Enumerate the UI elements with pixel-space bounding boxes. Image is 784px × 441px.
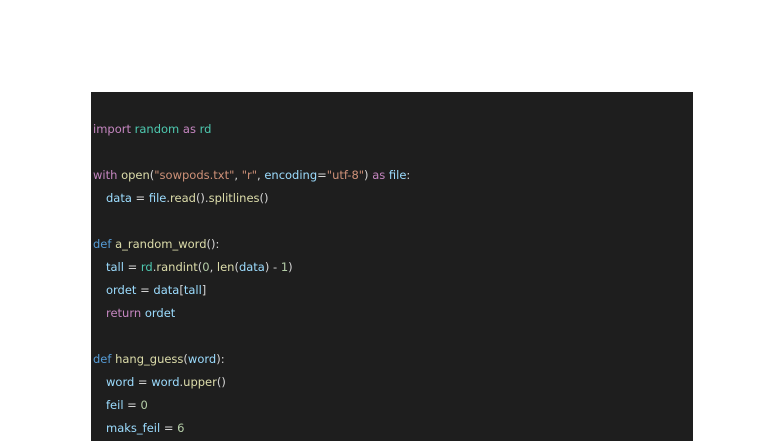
number-literal: 0: [140, 398, 148, 412]
module-name: random: [134, 122, 180, 136]
operator: =: [134, 375, 152, 389]
number-literal: 6: [177, 421, 185, 435]
variable: ordet: [106, 283, 137, 297]
code-line-13: feil = 0: [93, 394, 410, 417]
variable: tall: [106, 260, 124, 274]
operator: ) -: [264, 260, 281, 274]
code-line-7: tall = rd.randint(0, len(data) - 1): [93, 256, 410, 279]
keyword: return: [106, 306, 142, 320]
variable: feil: [106, 398, 124, 412]
code-line-9: return ordet: [93, 302, 410, 325]
variable: word: [151, 375, 180, 389]
operator: =: [317, 168, 327, 182]
punctuation: :: [406, 168, 411, 182]
punctuation: ,: [234, 168, 242, 182]
punctuation: ,: [209, 260, 217, 274]
variable: file: [148, 191, 167, 205]
keyword: def: [93, 237, 112, 251]
code-line-4: data = file.read().splitlines(): [93, 187, 410, 210]
function-call: open: [121, 168, 150, 182]
operator: =: [160, 421, 178, 435]
variable: maks_feil: [106, 421, 161, 435]
code-line-1: import random as rd: [93, 118, 410, 141]
punctuation: ): [288, 260, 293, 274]
variable: ordet: [144, 306, 176, 320]
code-line-6: def a_random_word():: [93, 233, 410, 256]
operator: =: [131, 191, 149, 205]
parameter: word: [187, 352, 217, 366]
method-call: splitlines: [208, 191, 260, 205]
keyword: as: [372, 168, 386, 182]
variable: word: [106, 375, 135, 389]
keyword: as: [182, 122, 196, 136]
variable: data: [153, 283, 180, 297]
keyword: with: [93, 168, 118, 182]
punctuation: ):: [216, 352, 225, 366]
operator: =: [136, 283, 154, 297]
function-call: len: [216, 260, 235, 274]
method-call: upper: [183, 375, 217, 389]
page: import random as rd with open("sowpods.t…: [0, 0, 784, 441]
code-editor[interactable]: import random as rd with open("sowpods.t…: [91, 92, 693, 441]
variable: data: [238, 260, 265, 274]
module-alias: rd: [140, 260, 153, 274]
keyword: import: [93, 122, 131, 136]
code-block: import random as rd with open("sowpods.t…: [93, 118, 410, 440]
code-line-11: def hang_guess(word):: [93, 348, 410, 371]
variable: tall: [183, 283, 202, 297]
string-literal: "sowpods.txt": [154, 168, 235, 182]
keyword-argument: encoding: [264, 168, 318, 182]
code-line-3: with open("sowpods.txt", "r", encoding="…: [93, 164, 410, 187]
method-call: read: [170, 191, 196, 205]
code-line-8: ordet = data[tall]: [93, 279, 410, 302]
variable: file: [388, 168, 407, 182]
punctuation: (): [216, 375, 226, 389]
module-alias: rd: [199, 122, 212, 136]
string-literal: "utf-8": [326, 168, 365, 182]
method-call: randint: [156, 260, 198, 274]
function-name: hang_guess: [115, 352, 184, 366]
variable: data: [106, 191, 132, 205]
code-line-12: word = word.upper(): [93, 371, 410, 394]
operator: =: [123, 398, 141, 412]
punctuation: (): [259, 191, 269, 205]
string-literal: "r": [241, 168, 258, 182]
number-literal: 0: [202, 260, 210, 274]
punctuation: ():: [206, 237, 220, 251]
punctuation: ): [364, 168, 373, 182]
punctuation: ]: [201, 283, 207, 297]
punctuation: ().: [195, 191, 209, 205]
keyword: def: [93, 352, 112, 366]
operator: =: [123, 260, 141, 274]
function-name: a_random_word: [115, 237, 207, 251]
code-line-14: maks_feil = 6: [93, 417, 410, 440]
